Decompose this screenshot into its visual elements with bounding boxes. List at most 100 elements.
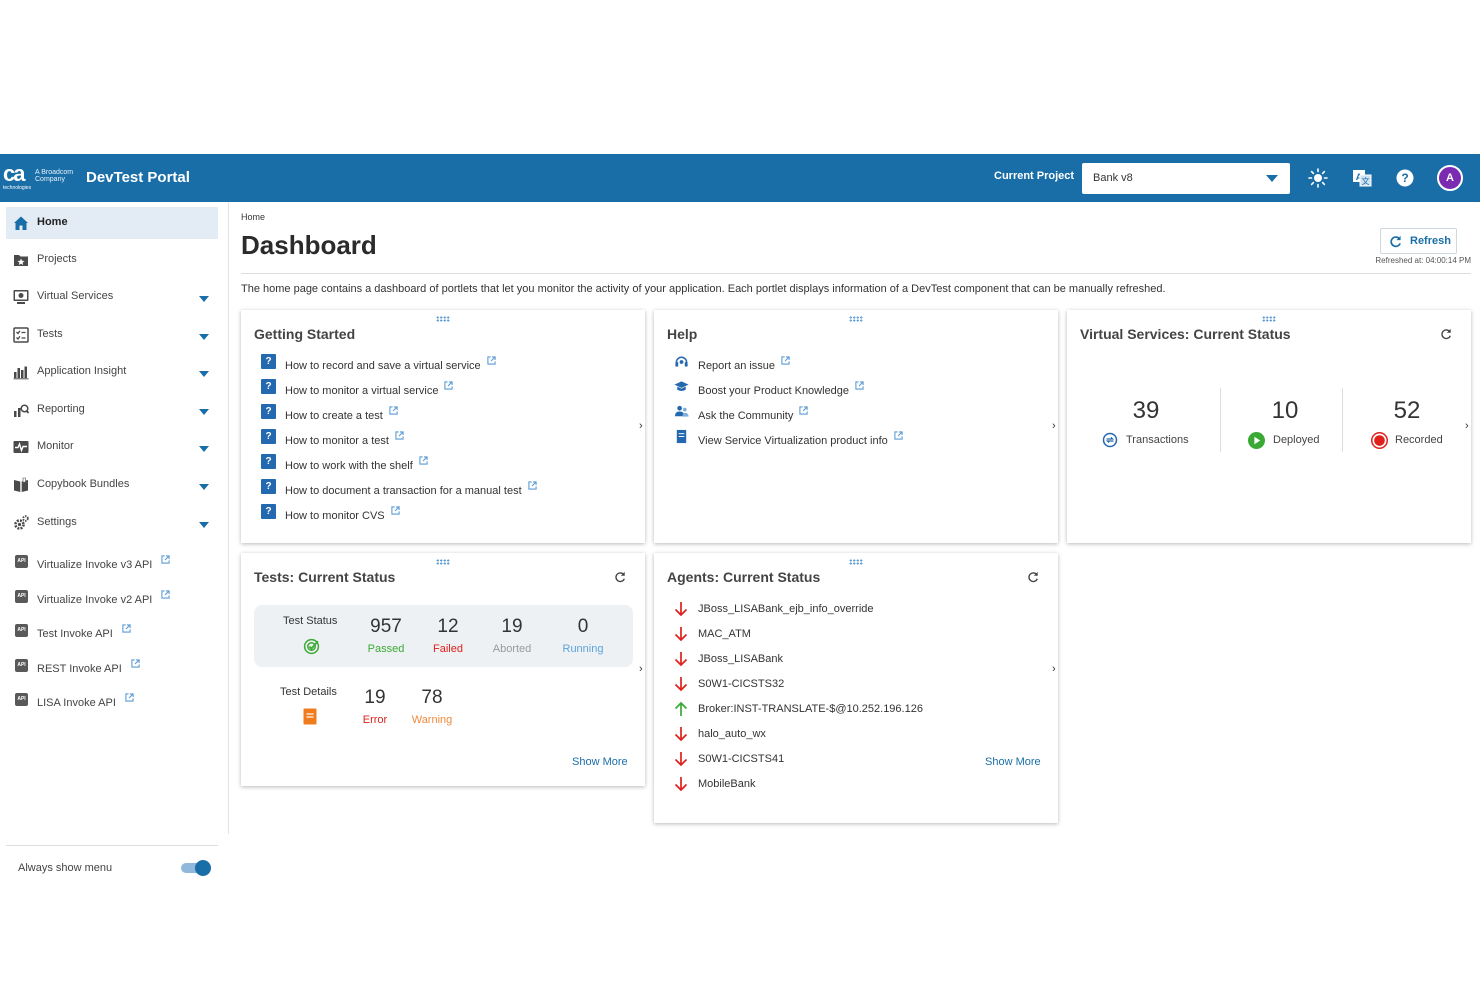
drag-handle-icon[interactable] xyxy=(849,316,863,322)
stat-separator xyxy=(1342,388,1343,452)
sidebar-item-label: Application Insight xyxy=(37,365,127,377)
test-report-icon xyxy=(303,708,317,725)
link-label-wrap: Report an issue xyxy=(698,356,790,372)
sidebar-item-monitor[interactable]: Monitor xyxy=(6,431,218,463)
chevron-right-icon[interactable]: › xyxy=(1465,420,1469,432)
sidebar-item-application-insight[interactable]: Application Insight xyxy=(6,356,218,388)
warning-label: Warning xyxy=(411,714,453,726)
error-count: 19 xyxy=(364,687,386,708)
deployed-count: 10 xyxy=(1271,397,1299,424)
api-link-label-wrap: Test Invoke API xyxy=(37,624,131,640)
always-show-menu-toggle[interactable] xyxy=(181,860,211,876)
portlet-title: Agents: Current Status xyxy=(667,569,821,585)
agent-name: Broker:INST-TRANSLATE-$@10.252.196.126 xyxy=(698,703,923,715)
arrow-down-icon xyxy=(674,677,688,692)
sidebar-item-label: Copybook Bundles xyxy=(37,478,130,490)
link-label: How to monitor a test xyxy=(285,435,389,447)
link-label-wrap: How to record and save a virtual service xyxy=(285,356,496,372)
sidebar-item-virtualize-invoke-v3-api[interactable]: API Virtualize Invoke v3 API xyxy=(6,549,218,573)
intro-text: The home page contains a dashboard of po… xyxy=(241,283,1166,295)
breadcrumb[interactable]: Home xyxy=(241,212,265,222)
aborted-label: Aborted xyxy=(492,643,532,655)
arrow-down-icon xyxy=(674,627,688,642)
external-link-icon xyxy=(487,356,496,365)
refresh-icon[interactable] xyxy=(1027,571,1039,583)
sidebar-item-home[interactable]: Home xyxy=(6,207,218,239)
sidebar-item-rest-invoke-api[interactable]: API REST Invoke API xyxy=(6,653,218,677)
sun-icon[interactable] xyxy=(1307,167,1329,189)
transactions-label: Transactions xyxy=(1126,434,1189,446)
chevron-down-icon[interactable] xyxy=(199,522,209,528)
help-icon[interactable]: ? xyxy=(1394,167,1416,189)
agent-name: JBoss_LISABank xyxy=(698,653,783,665)
external-link-icon xyxy=(799,406,809,415)
logo-tech-text: technologies xyxy=(3,185,32,191)
chevron-down-icon[interactable] xyxy=(199,446,209,452)
chevron-down-icon[interactable] xyxy=(199,409,209,415)
drag-handle-icon[interactable] xyxy=(436,316,450,322)
show-more-link[interactable]: Show More xyxy=(572,756,628,768)
portlet-title: Virtual Services: Current Status xyxy=(1080,326,1291,342)
api-link-label: Virtualize Invoke v2 API xyxy=(37,594,153,606)
api-badge-icon: API xyxy=(15,590,28,603)
ca-logo[interactable]: ca technologies A Broadcom Company xyxy=(2,162,82,194)
external-link-icon xyxy=(125,693,134,702)
test-details-label: Test Details xyxy=(280,686,337,698)
sidebar-item-reporting[interactable]: Reporting xyxy=(6,394,218,426)
chevron-right-icon[interactable]: › xyxy=(1052,420,1056,432)
external-link-icon xyxy=(131,659,140,668)
current-project-select[interactable]: Bank v8 xyxy=(1082,163,1290,194)
arrow-down-icon xyxy=(674,752,688,767)
drag-handle-icon[interactable] xyxy=(436,559,450,565)
link-label-wrap: How to monitor CVS xyxy=(285,506,400,522)
external-link-icon xyxy=(122,624,131,633)
user-avatar[interactable]: A xyxy=(1437,165,1463,191)
recorded-count: 52 xyxy=(1393,397,1421,424)
help-question-icon: ? xyxy=(261,354,276,369)
svg-text:文: 文 xyxy=(1362,176,1370,186)
gear-icon xyxy=(14,515,29,530)
link-label-wrap: How to document a transaction for a manu… xyxy=(285,481,537,497)
portlet-title: Help xyxy=(667,326,698,342)
running-label: Running xyxy=(562,643,604,655)
sidebar-item-lisa-invoke-api[interactable]: API LISA Invoke API xyxy=(6,687,218,711)
chevron-down-icon[interactable] xyxy=(199,334,209,340)
translate-icon[interactable]: A 文 xyxy=(1351,167,1373,189)
sidebar-item-settings[interactable]: Settings xyxy=(6,507,218,539)
chevron-right-icon[interactable]: › xyxy=(639,420,643,432)
sidebar-item-tests[interactable]: Tests xyxy=(6,319,218,351)
sidebar-divider xyxy=(6,845,218,846)
sidebar-item-virtualize-invoke-v2-api[interactable]: API Virtualize Invoke v2 API xyxy=(6,584,218,608)
show-more-link[interactable]: Show More xyxy=(985,756,1041,768)
drag-handle-icon[interactable] xyxy=(1262,316,1276,322)
external-link-icon xyxy=(855,381,864,390)
refresh-icon[interactable] xyxy=(1440,328,1452,340)
recorded-label: Recorded xyxy=(1395,434,1443,446)
home-icon xyxy=(14,216,28,230)
chevron-down-icon[interactable] xyxy=(199,484,209,490)
sidebar-item-projects[interactable]: Projects xyxy=(6,244,218,276)
toggle-knob xyxy=(195,860,211,876)
refresh-button[interactable]: Refresh xyxy=(1380,228,1457,254)
agent-name: halo_auto_wx xyxy=(698,728,766,740)
refresh-label: Refresh xyxy=(1410,235,1451,247)
external-link-icon xyxy=(161,555,171,564)
refresh-icon[interactable] xyxy=(614,571,626,583)
help-question-icon: ? xyxy=(261,404,276,419)
sidebar-item-test-invoke-api[interactable]: API Test Invoke API xyxy=(6,618,218,642)
sidebar-item-virtual-services[interactable]: Virtual Services xyxy=(6,281,218,313)
chevron-down-icon[interactable] xyxy=(199,296,209,302)
portlet-title: Tests: Current Status xyxy=(254,569,396,585)
sidebar-item-copybook-bundles[interactable]: Copybook Bundles xyxy=(6,469,218,501)
current-project-label: Current Project xyxy=(994,170,1075,182)
svg-text:?: ? xyxy=(1401,171,1408,185)
chevron-down-icon[interactable] xyxy=(199,371,209,377)
chevron-right-icon[interactable]: › xyxy=(1052,663,1056,675)
api-link-label-wrap: Virtualize Invoke v3 API xyxy=(37,555,171,571)
chevron-right-icon[interactable]: › xyxy=(639,663,643,675)
projects-icon xyxy=(14,255,28,266)
link-label: Boost your Product Knowledge xyxy=(698,385,850,397)
target-check-icon xyxy=(303,638,320,655)
logo-ca-text: ca xyxy=(3,161,26,186)
drag-handle-icon[interactable] xyxy=(849,559,863,565)
